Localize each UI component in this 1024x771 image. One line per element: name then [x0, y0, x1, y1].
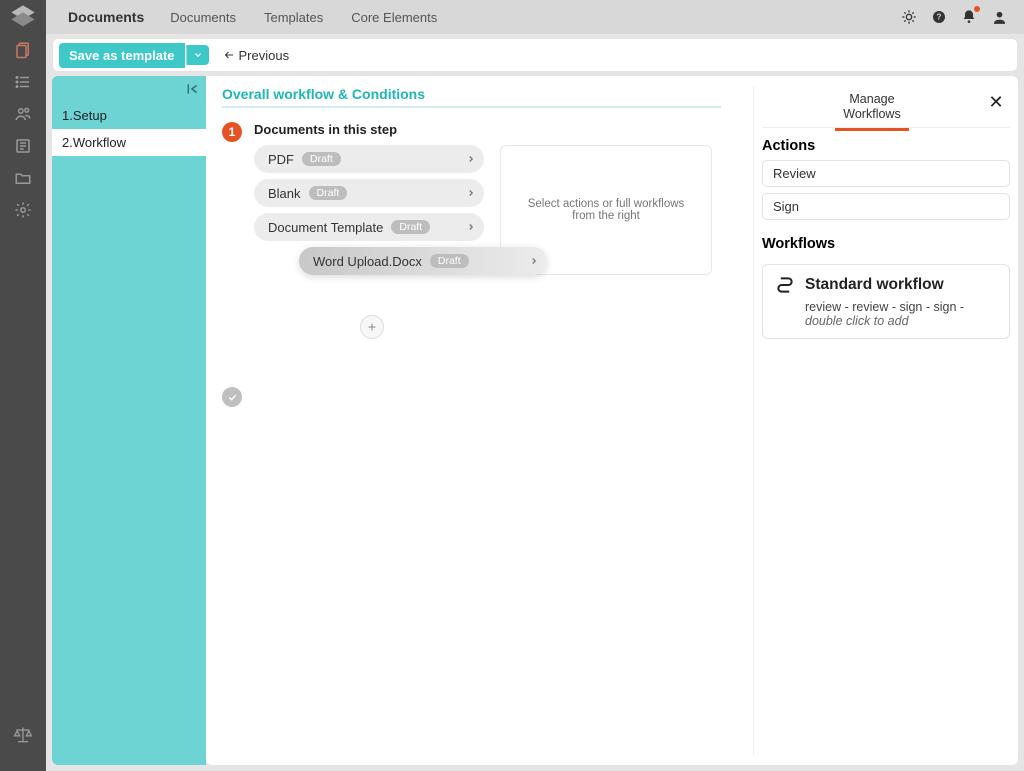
balance-icon[interactable]	[0, 719, 46, 751]
list-icon[interactable]	[0, 66, 46, 98]
status-chip: Draft	[391, 220, 430, 234]
user-icon[interactable]	[984, 0, 1014, 34]
status-chip: Draft	[430, 254, 469, 268]
nav-templates[interactable]: Templates	[250, 0, 337, 34]
document-row[interactable]: PDF Draft	[254, 145, 484, 173]
status-chip: Draft	[309, 186, 348, 200]
manage-workflows-tab[interactable]: Manage Workflows	[835, 88, 908, 131]
right-panel: Manage Workflows ✕ Actions Review Sign W…	[753, 86, 1018, 755]
theme-icon[interactable]	[894, 0, 924, 34]
document-name: Blank	[268, 186, 301, 201]
document-name: Word Upload.Docx	[313, 254, 422, 269]
workflow-sequence: review - review - sign - sign -	[805, 300, 964, 314]
actions-heading: Actions	[762, 138, 1010, 154]
notification-badge	[974, 6, 980, 12]
nav-documents[interactable]: Documents	[156, 0, 250, 34]
section-title[interactable]: Overall workflow & Conditions	[222, 86, 721, 108]
previous-label: Previous	[239, 48, 290, 63]
step-setup[interactable]: 1.Setup	[52, 102, 206, 129]
save-as-template-button[interactable]: Save as template	[59, 43, 185, 68]
workflow-title: Standard workflow	[805, 276, 944, 294]
add-step-button[interactable]	[360, 315, 384, 339]
document-name: PDF	[268, 152, 294, 167]
step-heading: Documents in this step	[254, 122, 739, 137]
users-icon[interactable]	[0, 98, 46, 130]
chevron-right-icon	[466, 222, 476, 232]
sub-toolbar: Save as template Previous	[52, 38, 1018, 72]
document-row[interactable]: Document Template Draft	[254, 213, 484, 241]
document-row-dragging[interactable]: Word Upload.Docx Draft	[299, 247, 547, 275]
svg-text:?: ?	[937, 13, 942, 22]
chevron-right-icon	[466, 154, 476, 164]
workflow-canvas: Overall workflow & Conditions 1 Document…	[206, 76, 1018, 765]
document-row[interactable]: Blank Draft	[254, 179, 484, 207]
save-dropdown-button[interactable]	[186, 45, 209, 65]
chevron-right-icon	[529, 256, 539, 266]
workflows-heading: Workflows	[762, 236, 1010, 252]
document-list: PDF Draft Blank Draft	[254, 145, 484, 275]
status-chip: Draft	[302, 152, 341, 166]
close-panel-button[interactable]: ✕	[982, 88, 1010, 116]
workflow-icon	[775, 275, 795, 295]
folder-icon[interactable]	[0, 162, 46, 194]
top-bar: Documents Documents Templates Core Eleme…	[46, 0, 1024, 34]
action-sign[interactable]: Sign	[762, 193, 1010, 220]
nav-core-elements[interactable]: Core Elements	[337, 0, 451, 34]
document-name: Document Template	[268, 220, 383, 235]
app-logo[interactable]	[0, 0, 46, 34]
workflow-end-badge	[222, 387, 242, 407]
chevron-right-icon	[466, 188, 476, 198]
standard-workflow-card[interactable]: Standard workflow review - review - sign…	[762, 264, 1010, 339]
notifications-icon[interactable]	[954, 0, 984, 34]
step-workflow[interactable]: 2.Workflow	[52, 129, 206, 156]
step-number-badge: 1	[222, 122, 242, 142]
settings-icon[interactable]	[0, 194, 46, 226]
documents-icon[interactable]	[0, 34, 46, 66]
collapse-sidebar-icon[interactable]	[52, 76, 206, 102]
left-rail	[0, 0, 46, 771]
brand-tab: Documents	[56, 0, 156, 34]
action-review[interactable]: Review	[762, 160, 1010, 187]
workflow-hint: double click to add	[805, 314, 909, 328]
steps-sidebar: 1.Setup 2.Workflow	[52, 76, 206, 765]
previous-link[interactable]: Previous	[223, 48, 290, 63]
library-icon[interactable]	[0, 130, 46, 162]
help-icon[interactable]: ?	[924, 0, 954, 34]
